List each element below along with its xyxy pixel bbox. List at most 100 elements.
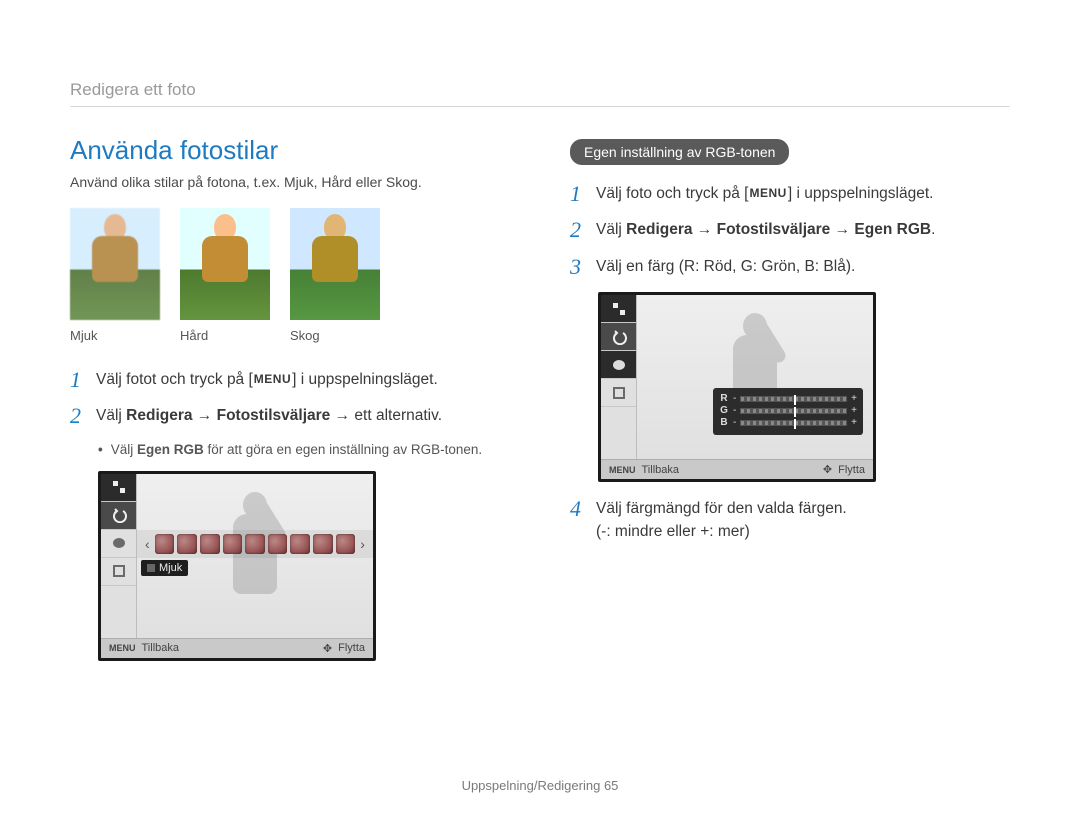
- thumb-label-soft: Mjuk: [70, 328, 160, 343]
- r-step4-line2: (-: mindre eller +: mer): [596, 521, 1010, 543]
- thumb-forest: [290, 208, 380, 320]
- frame-icon: [601, 379, 636, 407]
- undo-icon: [601, 323, 636, 351]
- footer-page-number: 65: [604, 778, 618, 793]
- style-chip: [290, 534, 310, 554]
- rgb-label-b: B: [719, 417, 729, 428]
- left-column: Använda fotostilar Använd olika stilar p…: [70, 135, 510, 661]
- bullet-icon: •: [98, 442, 103, 457]
- thumb-soft: [70, 208, 160, 320]
- step-number: 1: [70, 369, 86, 391]
- step-number: 4: [570, 498, 586, 520]
- minus-icon: -: [733, 405, 736, 416]
- style-thumbnails: [70, 208, 510, 320]
- style-swatch-icon: [147, 564, 155, 572]
- style-chip: [268, 534, 288, 554]
- style-chip: [200, 534, 220, 554]
- lcd-preview: R - + G - +: [637, 295, 873, 459]
- r-step4-line1: Välj färgmängd för den valda färgen.: [596, 498, 1010, 520]
- footer-move-label: Flytta: [838, 464, 865, 476]
- style-strip: ‹ ›: [137, 530, 373, 558]
- bullet-pre: Välj: [111, 442, 137, 457]
- rgb-slider: [740, 396, 847, 402]
- selected-style-badge: Mjuk: [141, 560, 188, 576]
- subsection-pill: Egen inställning av RGB-tonen: [570, 139, 789, 165]
- menu-button-label: MENU: [253, 371, 292, 388]
- frame-icon: [101, 558, 136, 586]
- plus-icon: +: [851, 393, 857, 404]
- bullet-bold: Egen RGB: [137, 442, 204, 457]
- exposure-icon: [601, 295, 636, 323]
- footer-section: Uppspelning/Redigering: [462, 778, 601, 793]
- step-number: 2: [70, 405, 86, 427]
- nav-icon: ✥: [323, 642, 332, 655]
- step1-text-post: ] i uppspelningsläget.: [292, 371, 438, 388]
- thumb-labels: Mjuk Hård Skog: [70, 328, 510, 343]
- r-step1-post: ] i uppspelningsläget.: [788, 185, 934, 202]
- step-number: 3: [570, 256, 586, 278]
- menu-icon-label: MENU: [109, 643, 136, 653]
- style-chip: [155, 534, 175, 554]
- rgb-row-b: B - +: [719, 417, 857, 428]
- rgb-label-r: R: [719, 393, 729, 404]
- lcd-side-toolbar: [101, 474, 137, 638]
- palette-icon: [601, 351, 636, 379]
- rgb-slider: [740, 420, 847, 426]
- chevron-right-icon: ›: [358, 536, 367, 552]
- breadcrumb: Redigera ett foto: [70, 80, 1010, 107]
- plus-icon: +: [851, 405, 857, 416]
- left-sub-bullet: • Välj Egen RGB för att göra en egen ins…: [98, 442, 510, 457]
- style-chip: [223, 534, 243, 554]
- style-chip: [313, 534, 333, 554]
- minus-icon: -: [733, 417, 736, 428]
- r-step2-pre: Välj: [596, 221, 626, 238]
- right-step-1: 1 Välj foto och tryck på [MENU] i uppspe…: [570, 183, 1010, 205]
- rgb-row-r: R - +: [719, 393, 857, 404]
- section-heading: Använda fotostilar: [70, 135, 510, 166]
- thumb-hard: [180, 208, 270, 320]
- style-chip: [245, 534, 265, 554]
- left-step-2: 2 Välj Redigera → Fotostilsväljare → ett…: [70, 405, 510, 427]
- menu-button-label: MENU: [749, 185, 788, 202]
- intro-text: Använd olika stilar på fotona, t.ex. Mju…: [70, 174, 510, 190]
- lcd-footer: MENU Tillbaka ✥ Flytta: [101, 638, 373, 658]
- step-number: 1: [570, 183, 586, 205]
- chevron-left-icon: ‹: [143, 536, 152, 552]
- footer-move-label: Flytta: [338, 642, 365, 654]
- style-chip: [336, 534, 356, 554]
- left-step-1: 1 Välj fotot och tryck på [MENU] i uppsp…: [70, 369, 510, 391]
- lcd-side-toolbar: [601, 295, 637, 459]
- step2-text-post: → ett alternativ.: [330, 407, 442, 424]
- step2-text-pre: Välj: [96, 407, 126, 424]
- footer-back-label: Tillbaka: [642, 464, 680, 476]
- lcd-footer: MENU Tillbaka ✥ Flytta: [601, 459, 873, 479]
- r-step2-bold: Redigera → Fotostilsväljare → Egen RGB: [626, 221, 931, 238]
- nav-icon: ✥: [823, 463, 832, 476]
- menu-icon-label: MENU: [609, 465, 636, 475]
- thumb-label-forest: Skog: [290, 328, 380, 343]
- minus-icon: -: [733, 393, 736, 404]
- rgb-row-g: G - +: [719, 405, 857, 416]
- style-chip: [177, 534, 197, 554]
- undo-icon: [101, 502, 136, 530]
- step-number: 2: [570, 219, 586, 241]
- lcd-screen-style-selector: ‹ ›: [98, 471, 376, 661]
- bullet-post: för att göra en egen inställning av RGB-…: [204, 442, 482, 457]
- rgb-panel: R - + G - +: [713, 388, 863, 435]
- right-step-2: 2 Välj Redigera → Fotostilsväljare → Ege…: [570, 219, 1010, 241]
- plus-icon: +: [851, 417, 857, 428]
- right-column: Egen inställning av RGB-tonen 1 Välj fot…: [570, 135, 1010, 661]
- lcd-screen-rgb: R - + G - +: [598, 292, 876, 482]
- right-step-4: 4 Välj färgmängd för den valda färgen. (…: [570, 498, 1010, 543]
- rgb-label-g: G: [719, 405, 729, 416]
- step1-text-pre: Välj fotot och tryck på [: [96, 371, 253, 388]
- step2-bold: Redigera → Fotostilsväljare: [126, 407, 330, 424]
- page-footer: Uppspelning/Redigering 65: [0, 778, 1080, 793]
- r-step2-post: .: [931, 221, 935, 238]
- selected-style-label: Mjuk: [159, 562, 182, 574]
- r-step1-pre: Välj foto och tryck på [: [596, 185, 749, 202]
- palette-icon: [101, 530, 136, 558]
- footer-back-label: Tillbaka: [142, 642, 180, 654]
- thumb-label-hard: Hård: [180, 328, 270, 343]
- exposure-icon: [101, 474, 136, 502]
